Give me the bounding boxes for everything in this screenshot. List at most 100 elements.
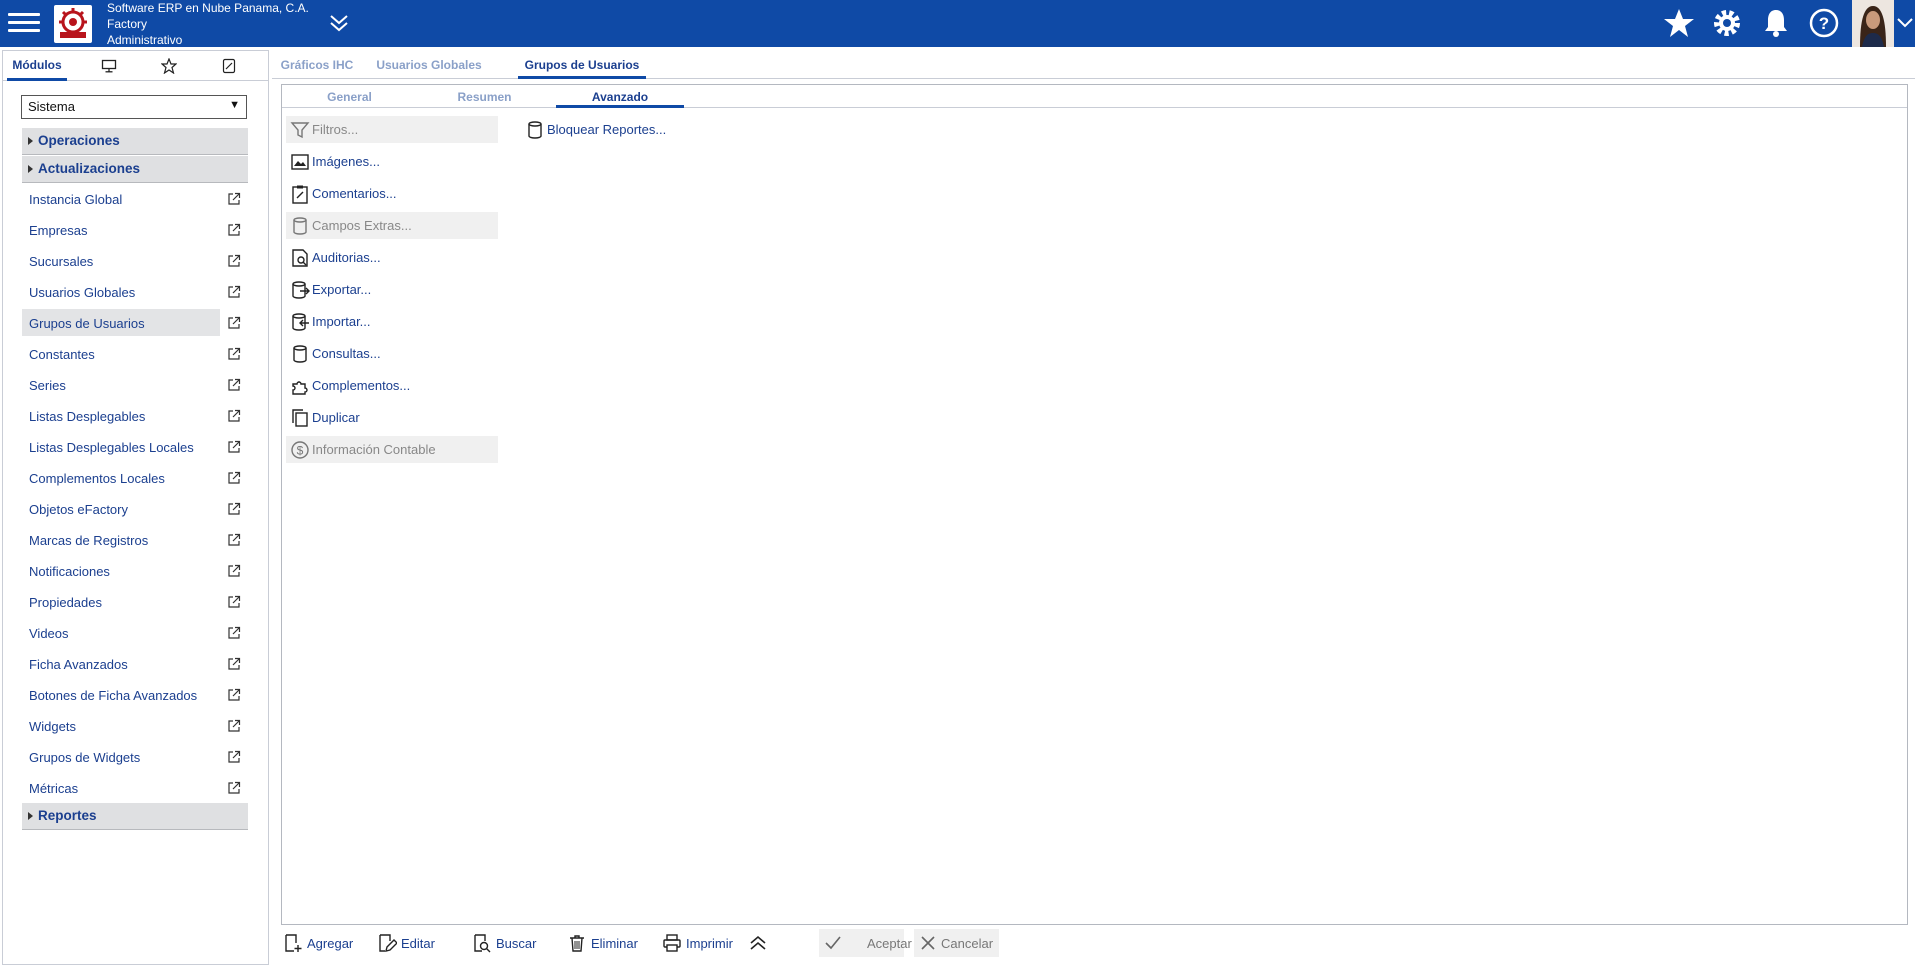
external-link-icon[interactable] (227, 719, 241, 733)
action-comentarios[interactable]: Comentarios... (286, 180, 498, 207)
tab-resumen[interactable]: Resumen (417, 85, 552, 108)
agregar-button[interactable]: Agregar (283, 929, 353, 957)
user-avatar[interactable] (1852, 0, 1894, 47)
external-link-icon[interactable] (227, 192, 241, 206)
external-link-icon[interactable] (227, 688, 241, 702)
content-panel: General Resumen Avanzado Filtros... Imág… (281, 84, 1908, 925)
external-link-icon[interactable] (227, 316, 241, 330)
sidebar-item-label: Series (29, 378, 66, 393)
action-complementos[interactable]: Complementos... (286, 372, 498, 399)
external-link-icon[interactable] (227, 378, 241, 392)
imprimir-button[interactable]: Imprimir (662, 929, 738, 957)
database-icon (293, 217, 307, 235)
double-chevron-up-icon[interactable] (748, 933, 768, 953)
external-link-icon[interactable] (227, 595, 241, 609)
sidebar-item-marcas-de-registros[interactable]: Marcas de Registros (22, 526, 220, 553)
sidebar-item-listas-desplegables[interactable]: Listas Desplegables (22, 402, 220, 429)
tab-general[interactable]: General (282, 85, 417, 108)
section-operaciones[interactable]: Operaciones (22, 128, 248, 155)
external-link-icon[interactable] (227, 223, 241, 237)
cancelar-label: Cancelar (941, 936, 994, 951)
action-label: Importar... (312, 314, 371, 329)
sidebar-item-ficha-avanzados[interactable]: Ficha Avanzados (22, 650, 220, 677)
sidebar-item-label: Listas Desplegables (29, 409, 146, 424)
star-icon[interactable] (1662, 6, 1696, 40)
tab-usuarios-globales[interactable]: Usuarios Globales (374, 51, 484, 79)
sidebar-item-empresas[interactable]: Empresas (22, 216, 220, 243)
external-link-icon[interactable] (227, 502, 241, 516)
sidebar-item-usuarios-globales[interactable]: Usuarios Globales (22, 278, 220, 305)
action-auditorias[interactable]: Auditorias... (286, 244, 498, 271)
sidebar-item-sucursales[interactable]: Sucursales (22, 247, 220, 274)
sidebar-item-constantes[interactable]: Constantes (22, 340, 220, 367)
image-icon (291, 154, 309, 170)
action-label: Auditorias... (312, 250, 381, 265)
sidebar-item-widgets[interactable]: Widgets (22, 712, 220, 739)
external-link-icon[interactable] (227, 564, 241, 578)
tab-graficos-ihc[interactable]: Gráficos IHC (272, 51, 362, 79)
sidebar-item-listas-desplegables-locales[interactable]: Listas Desplegables Locales (22, 433, 220, 460)
action-label: Consultas... (312, 346, 381, 361)
chevron-down-icon[interactable] (1896, 12, 1914, 34)
add-document-icon (285, 934, 302, 952)
action-bloquear-reportes[interactable]: Bloquear Reportes... (521, 116, 733, 143)
tab-grupos-de-usuarios[interactable]: Grupos de Usuarios (518, 51, 646, 79)
clipboard-icon (292, 185, 308, 204)
svg-text:$: $ (297, 444, 304, 458)
printer-icon (663, 934, 681, 952)
sidebar-item-label: Listas Desplegables Locales (29, 440, 194, 455)
company-module: Administrativo (107, 33, 183, 47)
module-select[interactable]: Sistema ▼ (21, 95, 247, 119)
gear-icon[interactable] (1710, 6, 1744, 40)
tab-avanzado[interactable]: Avanzado (556, 85, 684, 108)
external-link-icon[interactable] (227, 781, 241, 795)
sidebar-item-objetos-efactory[interactable]: Objetos eFactory (22, 495, 220, 522)
tab-favorites[interactable] (139, 51, 199, 81)
tab-modulos[interactable]: Módulos (7, 51, 67, 81)
bell-icon[interactable] (1759, 6, 1793, 40)
agregar-label: Agregar (307, 936, 354, 951)
caret-down-icon: ▼ (229, 99, 240, 111)
section-actualizaciones[interactable]: Actualizaciones (22, 156, 248, 183)
external-link-icon[interactable] (227, 254, 241, 268)
external-link-icon[interactable] (227, 285, 241, 299)
sidebar-item-complementos-locales[interactable]: Complementos Locales (22, 464, 220, 491)
action-imagenes[interactable]: Imágenes... (286, 148, 498, 175)
sidebar-item-grupos-de-widgets[interactable]: Grupos de Widgets (22, 743, 220, 770)
sidebar-item-propiedades[interactable]: Propiedades (22, 588, 220, 615)
external-link-icon[interactable] (227, 626, 241, 640)
help-icon[interactable]: ? (1807, 6, 1841, 40)
eliminar-button[interactable]: Eliminar (567, 929, 641, 957)
hamburger-menu-icon[interactable] (8, 8, 40, 38)
action-importar[interactable]: Importar... (286, 308, 498, 335)
action-consultas[interactable]: Consultas... (286, 340, 498, 367)
editar-button[interactable]: Editar (377, 929, 437, 957)
check-icon (825, 936, 841, 950)
action-exportar[interactable]: Exportar... (286, 276, 498, 303)
double-chevron-down-icon[interactable] (327, 12, 351, 34)
action-informacion-contable: $ Información Contable (286, 436, 498, 463)
sidebar-item-instancia-global[interactable]: Instancia Global (22, 185, 220, 212)
external-link-icon[interactable] (227, 750, 241, 764)
sidebar-item-notificaciones[interactable]: Notificaciones (22, 557, 220, 584)
tab-notes[interactable] (199, 51, 259, 81)
external-link-icon[interactable] (227, 657, 241, 671)
company-info: Software ERP en Nube Panama, C.A. Factor… (107, 0, 309, 48)
sidebar-item-label: Ficha Avanzados (29, 657, 128, 672)
external-link-icon[interactable] (227, 440, 241, 454)
sidebar-item-grupos-de-usuarios[interactable]: Grupos de Usuarios (22, 309, 220, 336)
sidebar-item-botones-de-ficha-avanzados[interactable]: Botones de Ficha Avanzados (22, 681, 220, 708)
external-link-icon[interactable] (227, 533, 241, 547)
sidebar-item-metricas[interactable]: Métricas (22, 774, 220, 801)
buscar-button[interactable]: Buscar (472, 929, 538, 957)
external-link-icon[interactable] (227, 347, 241, 361)
section-reportes[interactable]: Reportes (22, 803, 248, 830)
action-duplicar[interactable]: Duplicar (286, 404, 498, 431)
note-icon (222, 58, 236, 74)
action-label: Complementos... (312, 378, 411, 393)
external-link-icon[interactable] (227, 409, 241, 423)
sidebar-item-series[interactable]: Series (22, 371, 220, 398)
tab-monitor[interactable] (79, 51, 139, 81)
sidebar-item-videos[interactable]: Videos (22, 619, 220, 646)
external-link-icon[interactable] (227, 471, 241, 485)
